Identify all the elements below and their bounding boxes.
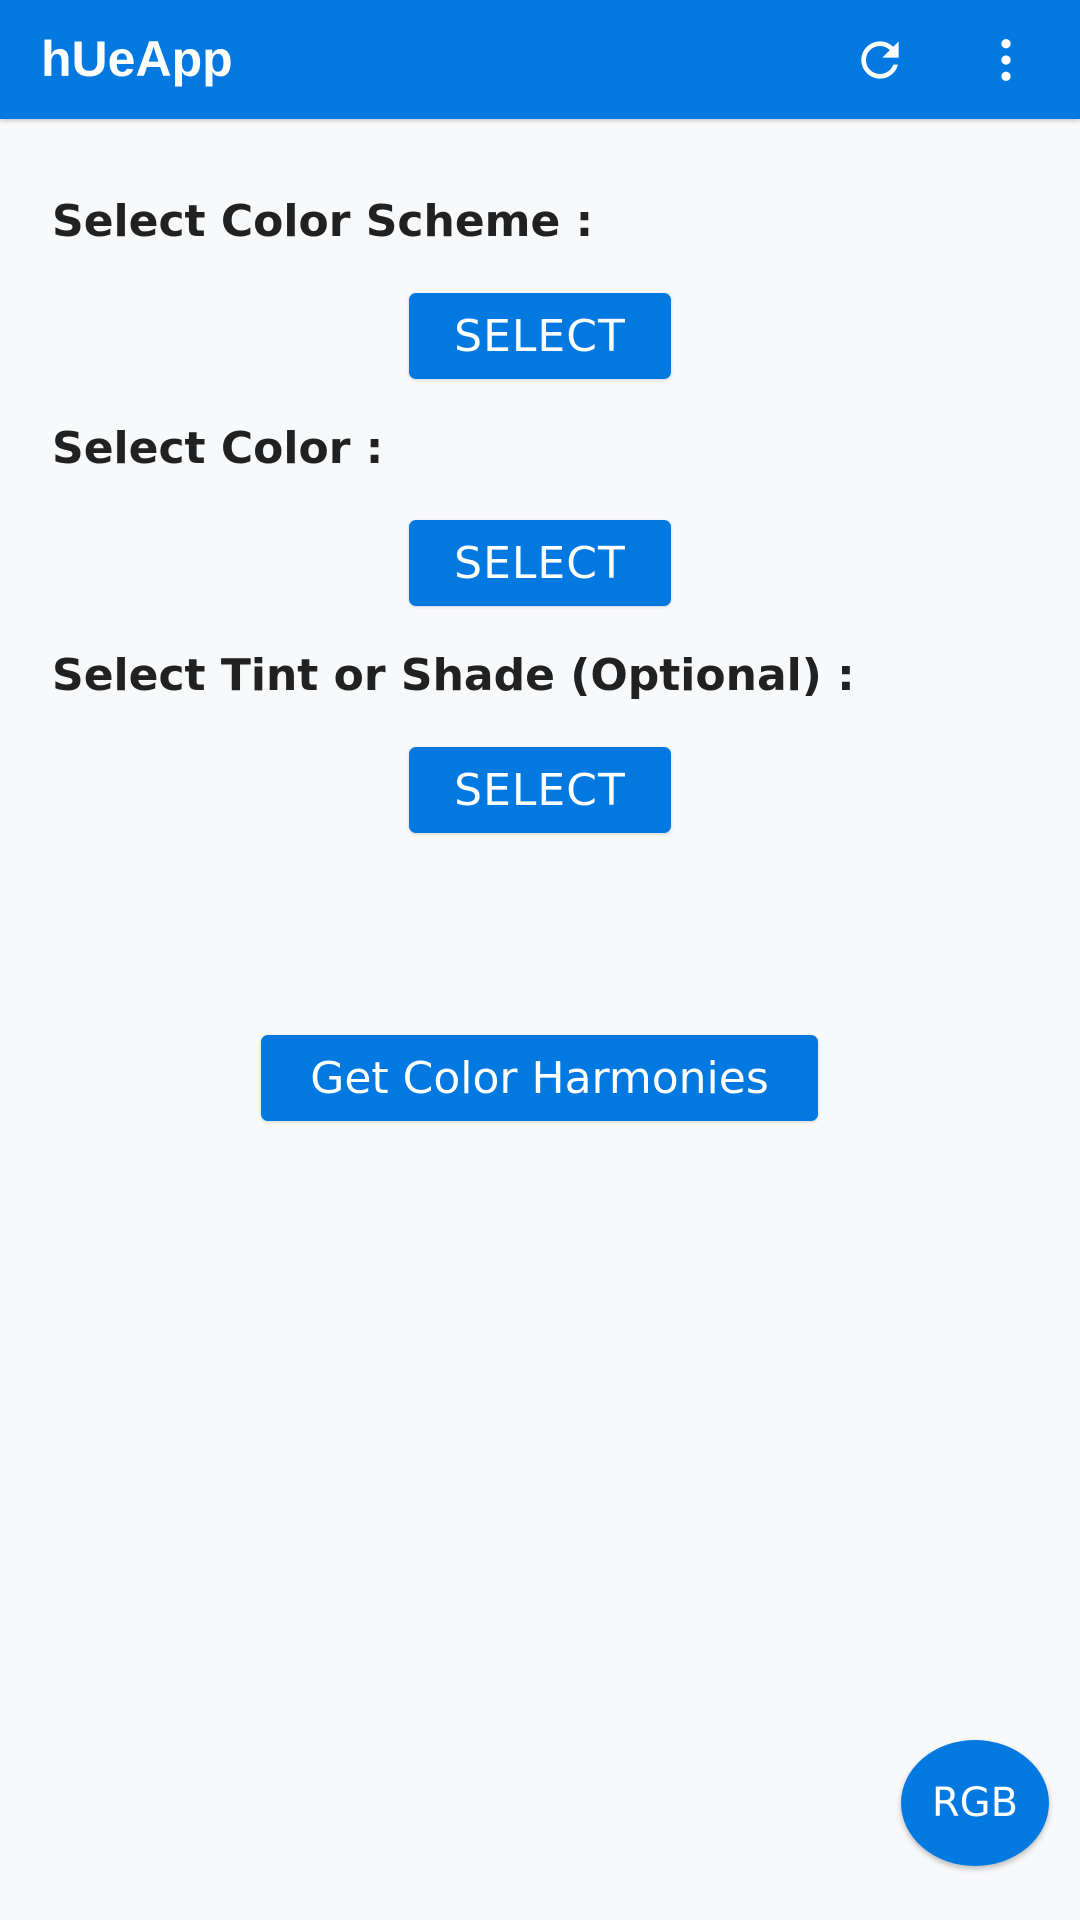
tint-shade-label: Select Tint or Shade (Optional) : bbox=[52, 650, 855, 701]
rgb-fab-button[interactable]: RGB bbox=[901, 1740, 1049, 1866]
more-vert-icon[interactable] bbox=[976, 30, 1036, 90]
select-color-scheme-button[interactable]: SELECT bbox=[409, 293, 671, 379]
select-color-button[interactable]: SELECT bbox=[409, 520, 671, 606]
select-tint-shade-button[interactable]: SELECT bbox=[409, 747, 671, 833]
app-title: hUeApp bbox=[41, 31, 233, 87]
app-bar: hUeApp bbox=[0, 0, 1080, 119]
color-label: Select Color : bbox=[52, 423, 384, 474]
color-scheme-label: Select Color Scheme : bbox=[52, 196, 594, 247]
get-color-harmonies-button[interactable]: Get Color Harmonies bbox=[261, 1035, 818, 1121]
refresh-icon[interactable] bbox=[850, 30, 910, 90]
